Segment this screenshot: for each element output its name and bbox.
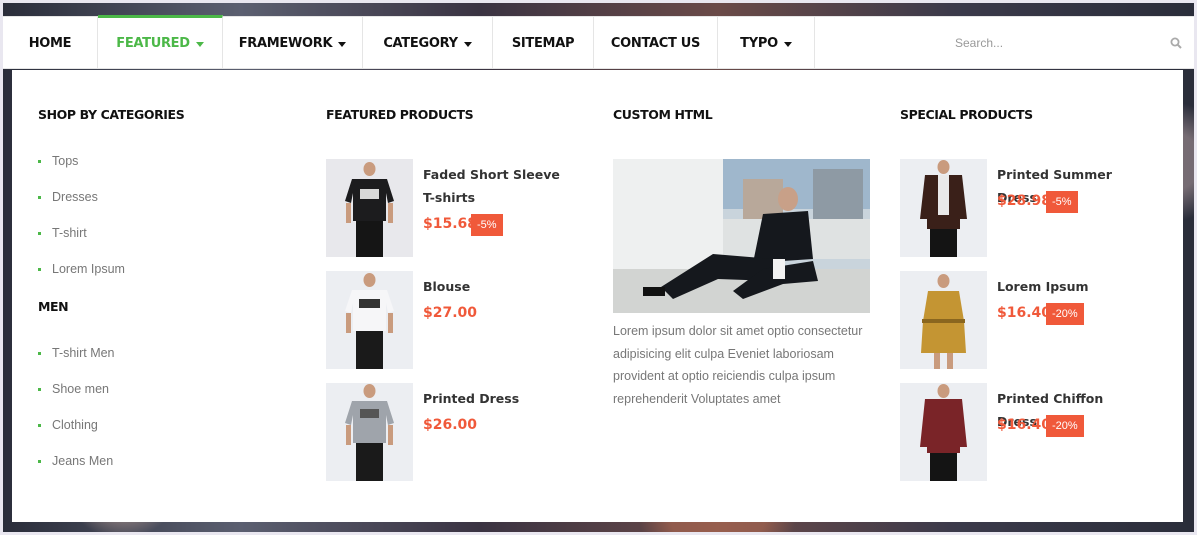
product-name[interactable]: Blouse — [423, 275, 573, 298]
shop-categories-list: Tops Dresses T-shirt Lorem Ipsum — [38, 143, 125, 287]
category-link-tshirt[interactable]: T-shirt — [38, 215, 125, 251]
discount-badge: -5% — [471, 214, 503, 236]
men-title: MEN — [38, 299, 69, 314]
special-product-card: Printed Summer Dress $28.98 -5% — [900, 159, 1160, 257]
category-link-clothing[interactable]: Clothing — [38, 407, 115, 443]
nav-sitemap[interactable]: SITEMAP — [493, 17, 594, 69]
nav-typo[interactable]: TYPO — [718, 17, 815, 69]
men-categories-list: T-shirt Men Shoe men Clothing Jeans Men — [38, 335, 115, 479]
discount-badge: -20% — [1046, 415, 1084, 437]
product-image[interactable] — [326, 383, 413, 481]
category-link-dresses[interactable]: Dresses — [38, 179, 125, 215]
product-price: $28.98 — [997, 193, 1052, 209]
product-image[interactable] — [326, 159, 413, 257]
search-icon[interactable] — [1170, 37, 1182, 49]
nav-contact-us[interactable]: CONTACT US — [594, 17, 718, 69]
product-name[interactable]: Faded Short Sleeve T-shirts — [423, 163, 573, 209]
custom-html-image[interactable] — [613, 159, 870, 313]
product-price: $27.00 — [423, 305, 478, 321]
category-link-tshirt-men[interactable]: T-shirt Men — [38, 335, 115, 371]
special-product-card: Lorem Ipsum $16.40 -20% — [900, 271, 1160, 369]
featured-products-title: FEATURED PRODUCTS — [326, 107, 474, 122]
custom-html-text: Lorem ipsum dolor sit amet optio consect… — [613, 324, 863, 406]
category-link-shoe-men[interactable]: Shoe men — [38, 371, 115, 407]
product-price: $16.40 — [997, 417, 1052, 433]
nav-label: TYPO — [740, 35, 778, 51]
nav-label: FRAMEWORK — [238, 35, 333, 51]
product-price: $15.68 — [423, 216, 478, 232]
nav-category[interactable]: CATEGORY — [363, 17, 493, 69]
category-link-jeans-men[interactable]: Jeans Men — [38, 443, 115, 479]
custom-html-title: CUSTOM HTML — [613, 107, 713, 122]
search-input[interactable] — [955, 27, 1185, 58]
product-price: $16.40 — [997, 305, 1052, 321]
special-product-card: Printed Chiffon Dress $16.40 -20% — [900, 383, 1160, 481]
product-name[interactable]: Printed Dress — [423, 387, 573, 410]
product-name[interactable]: Lorem Ipsum — [997, 275, 1147, 298]
discount-badge: -20% — [1046, 303, 1084, 325]
nav-label: CONTACT US — [610, 35, 701, 51]
product-image[interactable] — [900, 271, 987, 369]
featured-product-card: Blouse $27.00 — [326, 271, 586, 369]
search-box — [815, 17, 1194, 68]
nav-label: HOME — [28, 35, 72, 51]
product-image[interactable] — [900, 383, 987, 481]
category-link-tops[interactable]: Tops — [38, 143, 125, 179]
featured-product-card: Printed Dress $26.00 — [326, 383, 586, 481]
caret-down-icon — [783, 41, 792, 47]
special-products-title: SPECIAL PRODUCTS — [900, 107, 1033, 122]
category-link-lorem-ipsum[interactable]: Lorem Ipsum — [38, 251, 125, 287]
nav-label: SITEMAP — [511, 35, 575, 51]
nav-featured[interactable]: FEATURED — [98, 15, 223, 69]
shop-by-categories-title: SHOP BY CATEGORIES — [38, 107, 185, 122]
nav-label: FEATURED — [116, 36, 190, 51]
discount-badge: -5% — [1046, 191, 1078, 213]
nav-label: CATEGORY — [383, 35, 458, 51]
nav-home[interactable]: HOME — [3, 17, 98, 69]
caret-down-icon — [195, 42, 204, 47]
nav-framework[interactable]: FRAMEWORK — [223, 17, 363, 69]
featured-mega-menu: SHOP BY CATEGORIES Tops Dresses T-shirt … — [12, 70, 1183, 522]
featured-product-card: Faded Short Sleeve T-shirts $15.68 -5% — [326, 159, 586, 257]
caret-down-icon — [338, 41, 347, 47]
product-price: $26.00 — [423, 417, 478, 433]
caret-down-icon — [463, 41, 472, 47]
product-image[interactable] — [326, 271, 413, 369]
main-navbar: HOME FEATURED FRAMEWORK CATEGORY SITEMAP… — [3, 15, 1194, 69]
product-image[interactable] — [900, 159, 987, 257]
